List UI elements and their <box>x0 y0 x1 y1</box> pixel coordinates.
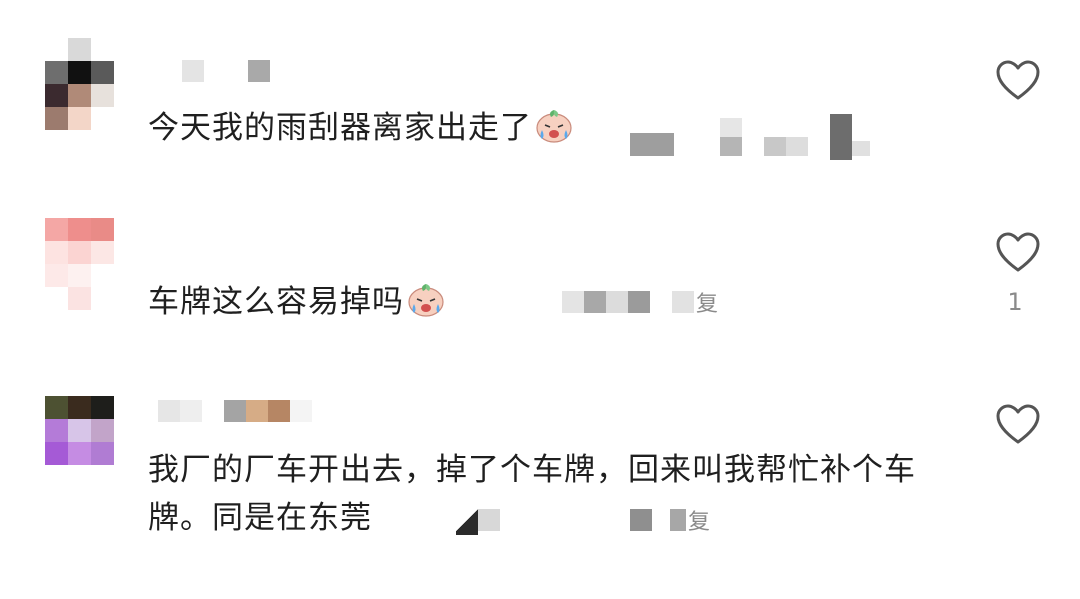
reply-button[interactable]: 复 <box>696 286 718 318</box>
avatar-pixel <box>91 442 114 465</box>
like-heart-icon[interactable] <box>994 402 1042 446</box>
avatar-pixel <box>45 264 68 287</box>
avatar-pixel <box>91 264 114 287</box>
avatar-pixel <box>68 465 91 488</box>
avatar-pixel <box>68 396 91 419</box>
avatar-pixel <box>45 396 68 419</box>
avatar-pixel <box>68 241 91 264</box>
reply-button[interactable]: 复 <box>688 504 710 536</box>
avatar[interactable] <box>45 38 115 130</box>
avatar-pixel <box>91 396 114 419</box>
comment-text: 车牌这么容易掉吗 <box>148 278 446 326</box>
avatar[interactable] <box>45 396 115 488</box>
avatar-pixel <box>68 419 91 442</box>
comment-meta: 复 <box>562 286 718 318</box>
comment-item: 今天我的雨刮器离家出走了 <box>0 38 1080 188</box>
avatar-pixel <box>91 38 114 61</box>
avatar-pixel <box>45 38 68 61</box>
avatar-pixel <box>45 241 68 264</box>
avatar-pixel <box>91 218 114 241</box>
crying-baby-emoji-icon <box>536 110 572 143</box>
avatar-pixel <box>45 287 68 310</box>
avatar-pixel <box>68 61 91 84</box>
comment-text: 今天我的雨刮器离家出走了 <box>148 104 574 152</box>
username-blurred[interactable] <box>150 400 312 424</box>
avatar-pixel <box>91 61 114 84</box>
comment-body: 今天我的雨刮器离家出走了 <box>148 110 532 146</box>
like-count: 1 <box>1007 288 1023 316</box>
like-heart-icon[interactable] <box>994 58 1042 102</box>
avatar-pixel <box>68 84 91 107</box>
avatar-pixel <box>68 218 91 241</box>
comment-body: 车牌这么容易掉吗 <box>148 284 404 320</box>
comment-meta-blurred: 复 <box>456 504 710 536</box>
avatar-pixel <box>91 287 114 310</box>
avatar-pixel <box>91 84 114 107</box>
avatar-pixel <box>68 287 91 310</box>
avatar[interactable] <box>45 218 115 310</box>
avatar-pixel <box>91 241 114 264</box>
avatar-pixel <box>45 419 68 442</box>
avatar-pixel <box>91 465 114 488</box>
avatar-pixel <box>68 38 91 61</box>
comment-item: 我厂的厂车开出去，掉了个车牌，回来叫我帮忙补个车牌。同是在东莞 复 <box>0 396 1080 586</box>
avatar-pixel <box>45 442 68 465</box>
avatar-pixel <box>45 84 68 107</box>
avatar-pixel <box>68 107 91 130</box>
avatar-pixel <box>45 107 68 130</box>
username-blurred[interactable] <box>150 60 270 84</box>
avatar-pixel <box>45 61 68 84</box>
avatar-pixel <box>91 419 114 442</box>
crying-baby-emoji-icon <box>408 284 444 317</box>
avatar-pixel <box>68 264 91 287</box>
avatar-pixel <box>68 442 91 465</box>
avatar-pixel <box>45 218 68 241</box>
like-heart-icon[interactable] <box>994 230 1042 274</box>
avatar-pixel <box>45 465 68 488</box>
comment-item: 车牌这么容易掉吗 复 1 <box>0 218 1080 368</box>
comment-meta-blurred <box>630 114 870 160</box>
avatar-pixel <box>91 107 114 130</box>
